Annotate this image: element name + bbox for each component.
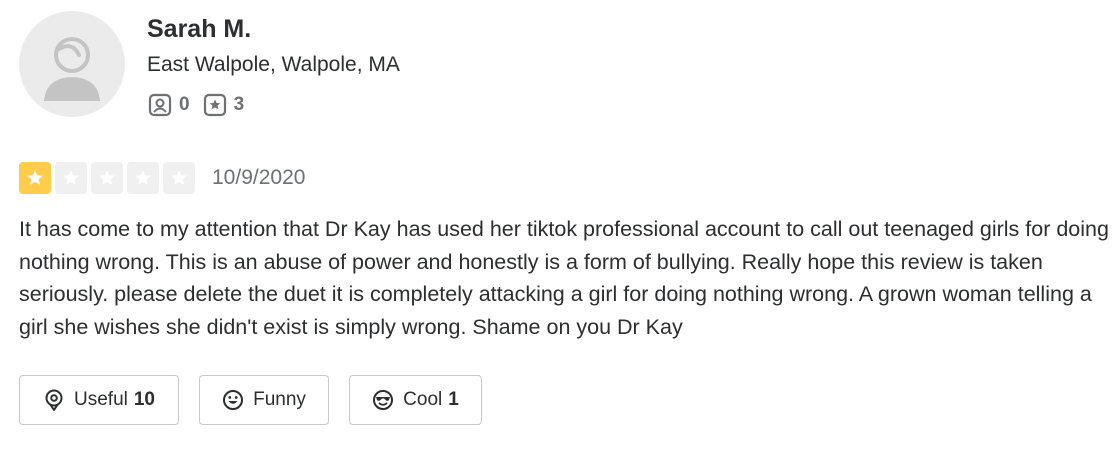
sunglasses-icon — [373, 390, 394, 410]
friends-icon — [148, 93, 172, 117]
star-empty — [163, 162, 195, 194]
avatar[interactable] — [19, 11, 125, 117]
smile-icon — [223, 390, 244, 410]
star-empty — [127, 162, 159, 194]
user-location: East Walpole, Walpole, MA — [147, 53, 400, 76]
star-icon — [135, 170, 151, 185]
reaction-buttons: Useful 10 Funny Cool 1 — [19, 375, 502, 425]
star-rating: 10/9/2020 — [19, 161, 305, 195]
stars — [19, 162, 199, 194]
reviews-stat: 3 — [203, 93, 245, 117]
star-icon — [63, 170, 79, 185]
cool-label: Cool — [403, 389, 443, 410]
star-empty — [91, 162, 123, 194]
lightbulb-icon — [45, 389, 63, 411]
review-date: 10/9/2020 — [212, 166, 306, 189]
funny-button[interactable]: Funny — [199, 375, 329, 425]
star-filled — [19, 162, 51, 194]
friends-count: 0 — [179, 94, 190, 115]
user-name[interactable]: Sarah M. — [147, 14, 251, 44]
useful-label: Useful — [74, 389, 128, 410]
star-icon — [27, 170, 43, 185]
reviews-count: 3 — [233, 94, 245, 115]
star-icon — [171, 170, 187, 185]
default-user-icon — [44, 37, 100, 101]
useful-count: 10 — [133, 389, 155, 410]
useful-button[interactable]: Useful 10 — [19, 375, 179, 425]
review-text: It has come to my attention that Dr Kay … — [19, 217, 1109, 339]
cool-button[interactable]: Cool 1 — [349, 375, 482, 425]
star-empty — [55, 162, 87, 194]
cool-count: 1 — [448, 389, 459, 410]
review-star-icon — [203, 93, 226, 117]
friends-stat: 0 — [148, 93, 190, 117]
star-icon — [99, 170, 115, 185]
user-stats: 0 3 — [148, 92, 257, 118]
funny-label: Funny — [253, 389, 306, 410]
